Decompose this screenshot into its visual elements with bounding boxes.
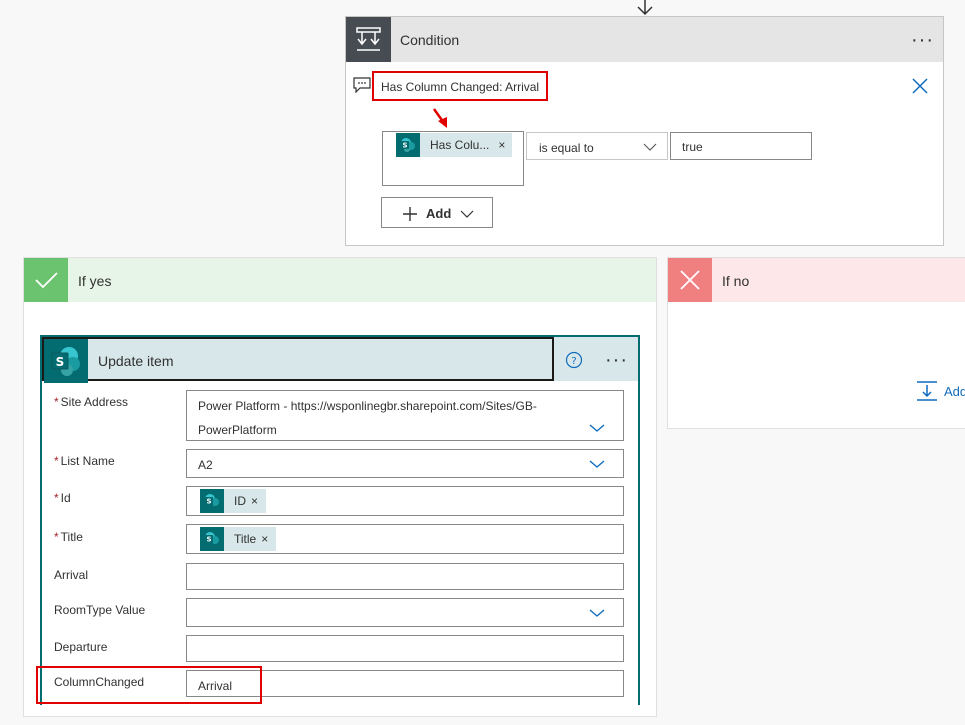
sharepoint-icon: S [44,339,88,383]
comment-icon[interactable] [353,77,371,93]
comment-text: Has Column Changed: Arrival [381,80,540,94]
add-action-icon[interactable] [916,380,938,402]
add-condition-button[interactable]: Add [381,197,493,228]
more-options-icon[interactable]: ··· [911,30,934,50]
id-label: * Id [54,491,71,505]
title-label: * Title [54,530,83,544]
departure-label: Departure [54,640,108,654]
plus-icon [402,206,418,222]
close-icon[interactable] [911,77,929,95]
more-options-icon[interactable]: ··· [605,350,628,370]
update-item-title: Update item [98,353,174,369]
site-address-dropdown[interactable]: Power Platform - https://wsponlinegbr.sh… [186,390,624,441]
site-address-label: * Site Address [54,395,129,409]
if-no-title: If no [722,273,750,289]
token-remove-icon[interactable]: × [498,138,505,152]
if-yes-header[interactable]: If yes [24,258,656,302]
svg-text:?: ? [571,356,576,367]
chevron-down-icon [589,459,605,469]
checkmark-icon [24,258,68,302]
sharepoint-icon: S [396,133,420,157]
sharepoint-icon: S [200,489,224,513]
condition-value: true [682,140,703,154]
site-address-value-line2: PowerPlatform [198,423,277,437]
cross-icon [668,258,712,302]
svg-text:S: S [56,355,65,369]
list-name-dropdown[interactable]: A2 [186,449,624,478]
svg-text:S: S [206,498,211,506]
condition-title: Condition [400,32,460,48]
annotation-arrow-icon [431,107,453,131]
condition-header[interactable]: Condition ··· [346,17,943,62]
annotation-highlight [36,666,262,704]
arrival-label: Arrival [54,568,89,582]
token-label: Has Colu... [430,138,490,152]
condition-card: Condition ··· Has Column Changed: Arriva… [345,16,944,246]
token-remove-icon[interactable]: × [251,494,258,508]
id-field[interactable]: S ID × [186,486,624,516]
list-name-label: * List Name [54,454,115,468]
chevron-down-icon [460,209,474,219]
departure-input[interactable] [186,635,624,662]
roomtype-label: RoomType Value [54,603,146,617]
add-label: Add [426,206,452,221]
chevron-down-icon [589,423,605,433]
site-address-value-line1: Power Platform - https://wsponlinegbr.sh… [198,399,537,413]
chevron-down-icon [643,142,657,152]
arrival-input[interactable] [186,563,624,590]
chevron-down-icon [589,608,605,618]
operator-dropdown[interactable]: is equal to [526,132,668,160]
operator-value: is equal to [539,141,594,155]
if-no-branch: If no Add [667,257,965,429]
id-token-label: ID [234,494,246,508]
title-token[interactable]: S Title × [200,527,276,551]
token-remove-icon[interactable]: × [261,532,268,546]
sharepoint-icon: S [200,527,224,551]
title-token-label: Title [234,532,257,546]
update-item-title-bar[interactable]: S Update item [42,337,554,383]
if-yes-title: If yes [78,273,112,289]
roomtype-dropdown[interactable] [186,598,624,627]
if-no-header[interactable]: If no [668,258,965,302]
condition-icon [346,17,391,62]
svg-text:S: S [206,536,211,544]
has-column-changed-token[interactable]: S Has Colu... × [396,133,512,157]
svg-text:S: S [402,142,407,150]
condition-comment[interactable]: Has Column Changed: Arrival [372,71,548,101]
id-token[interactable]: S ID × [200,489,266,513]
help-icon[interactable]: ? [565,351,583,369]
condition-value-input[interactable]: true [670,132,812,160]
if-no-add-link[interactable]: Add [944,384,965,399]
condition-left-operand[interactable]: S Has Colu... × [382,131,524,186]
flow-arrow-icon [636,0,654,16]
list-name-value: A2 [198,458,213,472]
title-field[interactable]: S Title × [186,524,624,554]
